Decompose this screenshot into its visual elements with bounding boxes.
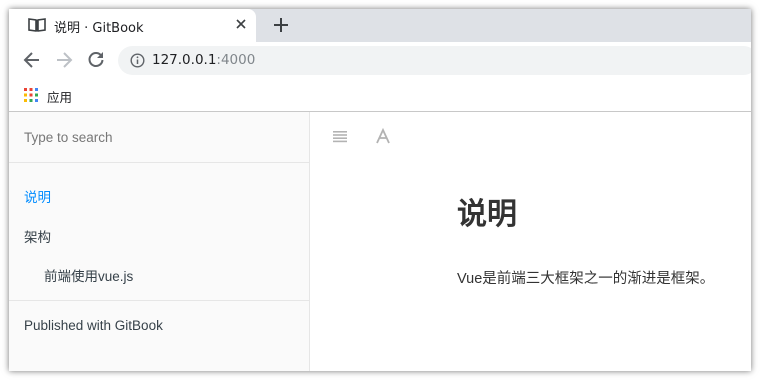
url-host: 127.0.0.1 [152, 52, 217, 68]
toc-item-frontend-vue[interactable]: 前端使用vue.js [44, 265, 133, 285]
book-icon [28, 18, 46, 32]
url-text: 127.0.0.1:4000 [152, 52, 255, 68]
new-tab-icon[interactable] [271, 15, 291, 35]
font-settings-icon[interactable] [375, 128, 391, 144]
apps-grid-icon[interactable] [24, 88, 38, 102]
forward-icon[interactable] [54, 50, 74, 70]
bookmarks-bar: 应用 [9, 79, 751, 112]
search-box [9, 112, 309, 163]
browser-tab[interactable]: 说明 · GitBook [9, 9, 256, 42]
page-title: 说明 [457, 198, 517, 231]
reload-icon[interactable] [86, 50, 106, 70]
browser-toolbar: 127.0.0.1:4000 [9, 42, 751, 79]
tab-title: 说明 · GitBook [54, 21, 144, 36]
browser-window: 说明 · GitBook 127.0.0.1:4000 应用 Type to s… [9, 9, 751, 371]
back-icon[interactable] [22, 50, 42, 70]
page-body: 说明 Vue是前端三大框架之一的渐进是框架。 [310, 112, 751, 371]
menu-icon[interactable] [332, 128, 348, 144]
tab-strip: 说明 · GitBook [9, 9, 751, 42]
close-icon[interactable] [235, 18, 247, 30]
page-paragraph: Vue是前端三大框架之一的渐进是框架。 [457, 271, 715, 287]
address-bar[interactable]: 127.0.0.1:4000 [118, 46, 751, 75]
book-summary-sidebar: 说明 架构 前端使用vue.js Published with GitBook [9, 112, 310, 371]
apps-bookmark-label[interactable]: 应用 [47, 87, 72, 106]
info-icon[interactable] [130, 53, 145, 68]
toc-item-intro[interactable]: 说明 [24, 186, 51, 206]
url-port: :4000 [216, 52, 256, 68]
toc-item-architecture[interactable]: 架构 [24, 226, 51, 246]
published-with-gitbook-link[interactable]: Published with GitBook [24, 318, 163, 333]
toc-divider [9, 300, 309, 301]
search-input[interactable] [24, 127, 294, 147]
